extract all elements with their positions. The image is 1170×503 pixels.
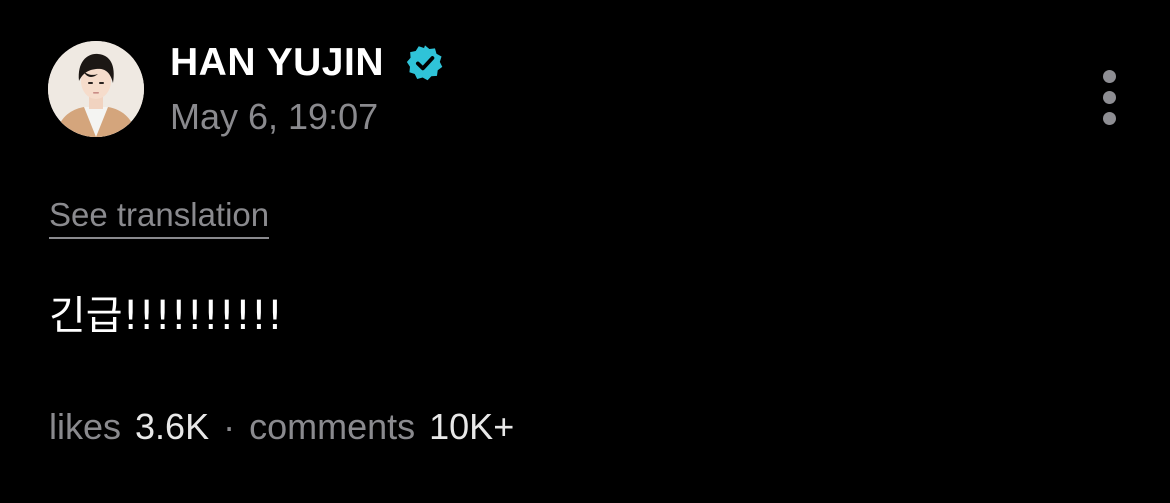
post-body-text: 긴급!!!!!!!!!! (49, 293, 283, 339)
stats-separator: · (223, 406, 236, 447)
post-card: HAN YUJIN May 6, 19:07 See translation 긴… (0, 0, 1170, 503)
likes-label[interactable]: likes (49, 406, 121, 447)
more-options-button[interactable] (1090, 62, 1130, 132)
see-translation-link[interactable]: See translation (49, 195, 270, 239)
more-vertical-icon (1103, 70, 1116, 83)
post-stats: likes 3.6K · comments 10K+ (49, 404, 514, 450)
author-avatar[interactable] (48, 41, 144, 137)
author-name[interactable]: HAN YUJIN (170, 40, 384, 86)
likes-count[interactable]: 3.6K (135, 406, 209, 447)
comments-count[interactable]: 10K+ (429, 406, 514, 447)
verified-badge-icon (406, 45, 443, 81)
comments-label[interactable]: comments (249, 406, 415, 447)
more-vertical-icon-dot (1103, 91, 1116, 104)
avatar-image (48, 41, 144, 137)
post-timestamp: May 6, 19:07 (170, 96, 379, 137)
more-vertical-icon-dot (1103, 112, 1116, 125)
